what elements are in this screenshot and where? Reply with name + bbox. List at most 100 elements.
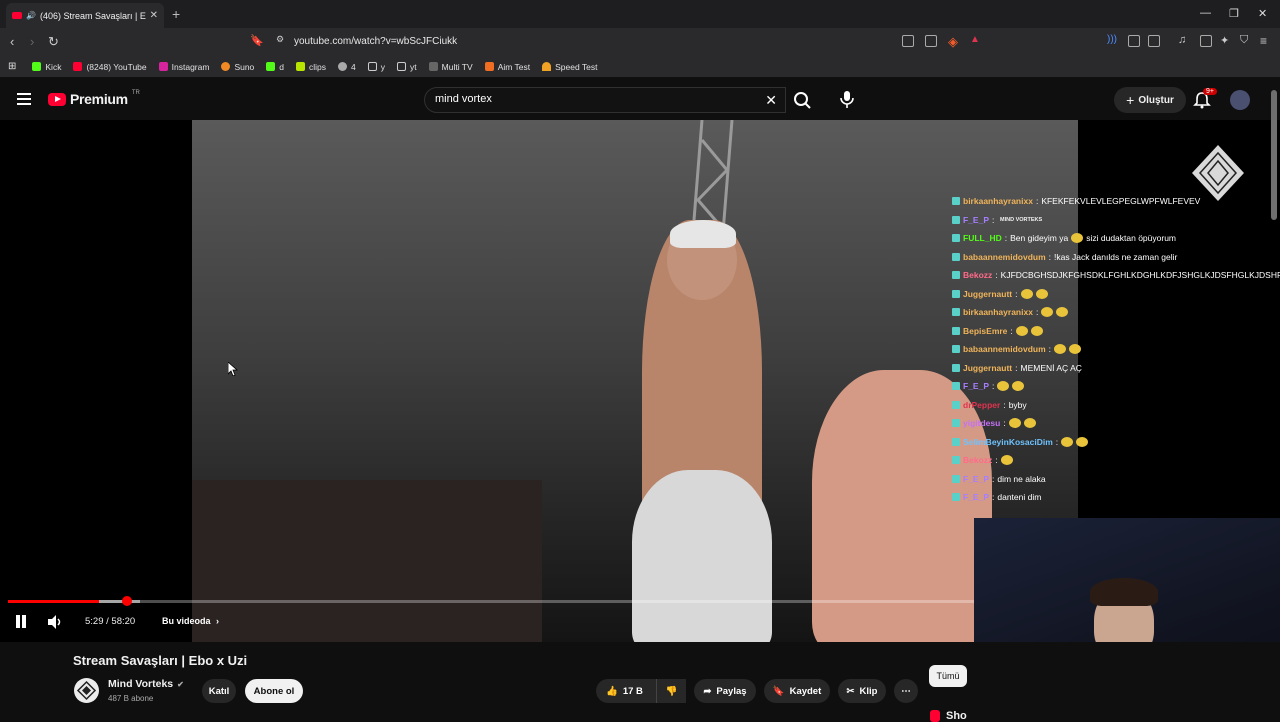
chat-text: Ben gideyim ya: [1010, 233, 1069, 244]
reload-icon[interactable]: ↻: [48, 34, 59, 50]
bookmark-item[interactable]: 4: [338, 62, 356, 72]
progress-played: [8, 600, 99, 603]
volume-icon[interactable]: [47, 615, 63, 629]
page-scrollbar[interactable]: [1271, 90, 1277, 220]
chat-emote-icon: [1061, 436, 1074, 447]
channel-name[interactable]: Mind Vorteks ✔: [108, 678, 184, 690]
brave-shield-icon[interactable]: ◈: [948, 34, 958, 50]
chat-message: drPepper: byby: [952, 396, 1280, 415]
filter-chip-all[interactable]: Tümü: [929, 665, 967, 687]
join-button[interactable]: Katıl: [202, 679, 236, 703]
save-button[interactable]: 🔖 Kaydet: [764, 679, 830, 703]
back-icon[interactable]: ‹: [10, 34, 14, 49]
chat-badge-icon: [952, 289, 960, 298]
bookmark-item[interactable]: Speed Test: [542, 62, 598, 72]
folder-icon: [367, 62, 377, 71]
vpn-icon[interactable]: ⛉: [1240, 34, 1248, 47]
search-box[interactable]: ✕: [424, 87, 786, 113]
create-button[interactable]: + Oluştur: [1114, 87, 1186, 113]
chat-text: MEMENİ AÇ AÇ: [1020, 362, 1082, 373]
tab-close-icon[interactable]: ✕: [150, 10, 158, 21]
bookmark-folder[interactable]: yt: [397, 62, 417, 72]
speaker-icon[interactable]: 🔊: [26, 11, 36, 20]
bookmark-item[interactable]: Multi TV: [428, 62, 473, 72]
chat-message: SelimBeyinKosaciDim:: [952, 433, 1280, 452]
tab-title: (406) Stream Savaşları | Ebo x: [39, 10, 146, 21]
bookmark-item[interactable]: Aim Test: [484, 62, 530, 72]
subscriber-count: 487 B abone: [108, 694, 154, 703]
chat-message: Bekozz:: [952, 451, 1280, 470]
progress-bar[interactable]: [8, 600, 974, 603]
youtube-header: Premium TR ✕ + Oluştur 9+: [0, 79, 1280, 120]
chat-message: Juggernautt:: [952, 285, 1280, 304]
chat-text: KJFDCBGHSDJKFGHSDKLFGHLKDGHLKDFJSHGLKJDS…: [1000, 270, 1280, 281]
bookmark-item[interactable]: Kick: [32, 62, 61, 72]
link-icon: [338, 62, 348, 71]
extensions-icon[interactable]: [1128, 35, 1140, 47]
audio-icon[interactable]: ))): [1107, 34, 1117, 45]
clear-search-icon[interactable]: ✕: [765, 92, 777, 109]
bookmark-item[interactable]: clips: [296, 62, 326, 72]
time-display: 5:29 / 58:20: [85, 616, 136, 627]
user-avatar[interactable]: [1230, 90, 1250, 110]
media-icon[interactable]: ♫: [1178, 34, 1186, 46]
chat-badge-icon: [952, 493, 960, 502]
sidebar-icon[interactable]: [1148, 35, 1160, 47]
dislike-button[interactable]: 👎: [656, 679, 686, 703]
chat-username: BepisEmre: [963, 325, 1008, 336]
thumbs-down-icon: 👎: [665, 685, 678, 697]
apps-grid-icon[interactable]: ⊞: [8, 61, 16, 72]
youtube-icon: [73, 62, 83, 71]
chat-separator: :: [992, 214, 995, 225]
bookmark-item[interactable]: Suno: [221, 62, 254, 72]
search-icon[interactable]: [786, 87, 818, 113]
chat-badge-icon: [952, 382, 960, 391]
forward-icon[interactable]: ›: [30, 34, 34, 49]
chat-message: Bekozz: KJFDCBGHSDJKFGHSDKLFGHLKDGHLKDFJS…: [952, 266, 1280, 285]
leo-ai-icon[interactable]: ✦: [1220, 34, 1229, 47]
chat-separator: :: [1003, 418, 1006, 429]
save-bookmark-icon: 🔖: [772, 685, 785, 697]
site-info-icon[interactable]: ⚙: [276, 34, 284, 45]
shorts-icon: [930, 710, 940, 722]
window-close-icon[interactable]: ✕: [1258, 7, 1267, 20]
browser-tab[interactable]: 🔊 (406) Stream Savaşları | Ebo x ✕: [6, 3, 164, 28]
video-player[interactable]: MIND VORTEKS birkaanhayranixx: KFEKFEKVLE…: [0, 120, 1280, 642]
pause-icon[interactable]: [14, 615, 28, 629]
bookmark-icon[interactable]: 🔖: [250, 34, 264, 47]
wallet-icon[interactable]: [1200, 35, 1212, 47]
chat-separator: :: [1004, 233, 1008, 244]
browser-menu-icon[interactable]: ≡: [1260, 34, 1267, 48]
chat-emote-icon: [1023, 418, 1036, 429]
bookmark-item[interactable]: (8248) YouTube: [73, 62, 147, 72]
bookmark-item[interactable]: Instagram: [158, 62, 209, 72]
search-input[interactable]: [435, 93, 755, 105]
subscribe-button[interactable]: Abone ol: [245, 679, 303, 703]
minimize-icon[interactable]: —: [1200, 7, 1211, 19]
new-tab-icon[interactable]: +: [172, 6, 180, 22]
chat-emote-icon: [1008, 418, 1021, 429]
chat-message: BepisEmre:: [952, 322, 1280, 341]
clip-button[interactable]: ✂ Klip: [838, 679, 886, 703]
channel-avatar[interactable]: [74, 678, 99, 703]
bookmark-folder[interactable]: y: [367, 62, 385, 72]
more-actions-icon[interactable]: ⋯: [894, 679, 918, 703]
youtube-premium-logo[interactable]: Premium TR: [48, 90, 140, 107]
chat-badge-icon: [952, 437, 960, 446]
share-icon[interactable]: [925, 35, 937, 47]
cast-icon[interactable]: [902, 35, 914, 47]
microphone-icon[interactable]: [835, 87, 859, 111]
chat-separator: :: [992, 473, 995, 484]
chat-separator: :: [992, 381, 995, 392]
progress-scrubber[interactable]: [122, 596, 132, 606]
hamburger-menu-icon[interactable]: [17, 93, 31, 105]
brave-rewards-icon[interactable]: ▲: [970, 34, 980, 45]
chapters-button[interactable]: Bu videoda ›: [162, 616, 219, 626]
video-frame[interactable]: MIND VORTEKS: [192, 120, 1244, 642]
bookmark-item[interactable]: d: [266, 62, 284, 72]
url-field[interactable]: youtube.com/watch?v=wbScJFCiukk: [294, 36, 457, 47]
chat-text: KFEKFEKVLEVLEGPEGLWPFWLFEVEV: [1041, 196, 1201, 207]
share-button[interactable]: ➦ Paylaş: [694, 679, 756, 703]
maximize-icon[interactable]: ❐: [1229, 7, 1239, 20]
aim-test-icon: [484, 62, 494, 71]
